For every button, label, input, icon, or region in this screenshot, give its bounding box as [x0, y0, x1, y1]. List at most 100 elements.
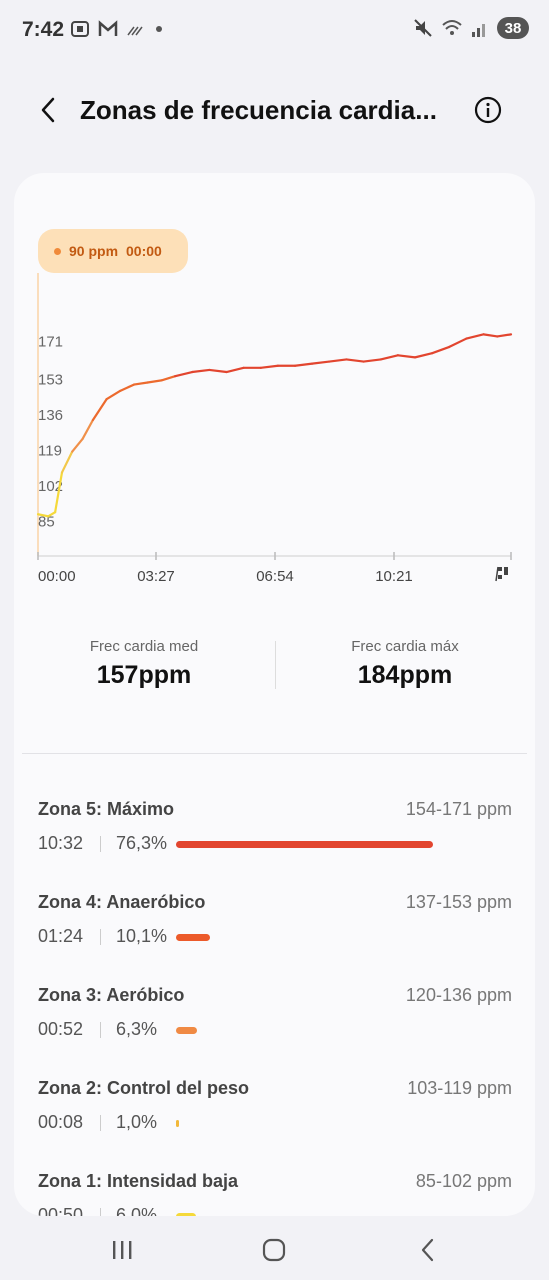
max-heart-rate-unit: ppm	[399, 661, 453, 689]
zone-percent: 6,0%	[116, 1205, 158, 1216]
y-tick-label: 119	[38, 442, 62, 459]
status-right-icons: 38	[413, 17, 529, 39]
heart-rate-card: 171 153 136 119 102 85 00:00 03:27 06:54 10:21 90…	[14, 173, 535, 1216]
max-heart-rate-value-row: 184ppm	[275, 661, 535, 690]
heart-rate-line-segment	[362, 358, 382, 363]
heart-rate-line-segment	[105, 389, 122, 401]
avg-heart-rate: Frec cardia med 157ppm	[14, 638, 274, 690]
zone-name: Zona 4: Anaeróbico	[38, 892, 206, 912]
status-bar: 7:42 38	[0, 0, 549, 60]
app-header: Zonas de frecuencia cardia...	[0, 80, 549, 140]
x-tick-label: 06:54	[256, 568, 294, 585]
tooltip-dot-icon	[54, 247, 61, 255]
zone-row: Zona 5: Máximo 154-171 ppm 10:32 76,3%	[38, 799, 512, 869]
zone-range: 154-171 ppm	[405, 799, 512, 819]
zone-percent: 76,3%	[116, 833, 168, 853]
zone-range: 120-136 ppm	[405, 985, 512, 1005]
dot-icon	[156, 26, 162, 32]
wifi-calling-icon	[127, 26, 143, 36]
y-tick-label: 136	[38, 407, 63, 424]
zone-bar	[176, 1027, 197, 1034]
heart-rate-line-segment	[396, 354, 417, 359]
heart-rate-line-segment	[293, 362, 314, 367]
heart-rate-line-segment	[431, 345, 451, 355]
heart-rate-line-segment	[146, 379, 163, 384]
heart-rate-line-segment	[60, 450, 74, 474]
heart-rate-line-segment	[259, 364, 280, 369]
avg-heart-rate-unit: ppm	[138, 661, 192, 689]
flag-square	[504, 567, 508, 571]
tooltip-time: 00:00	[126, 243, 162, 259]
zone-row: Zona 3: Aeróbico 120-136 ppm 00:52 6,3%	[38, 985, 512, 1055]
zone-range: 103-119 ppm	[407, 1078, 512, 1098]
zone-percent: 6,3%	[116, 1019, 158, 1039]
heart-rate-line-segment	[174, 370, 194, 378]
stats-divider	[275, 641, 276, 689]
info-button[interactable]	[472, 94, 504, 126]
zone-separator	[100, 836, 101, 852]
x-tick-label: 00:00	[38, 568, 76, 585]
y-tick-label: 171	[38, 334, 63, 351]
heart-rate-line-segment	[208, 368, 228, 374]
status-left-icons	[70, 20, 164, 38]
tooltip-value: 90 ppm	[69, 243, 119, 259]
heart-rate-line-segment	[311, 360, 331, 365]
zone-bar	[176, 841, 433, 848]
zone-time: 01:24	[38, 926, 84, 946]
recent-apps-button[interactable]	[92, 1230, 152, 1270]
heart-rate-line-segment	[482, 333, 499, 338]
zone-bar	[176, 1120, 179, 1127]
home-button[interactable]	[244, 1230, 304, 1270]
heart-rate-chart: 171 153 136 119 102 85 00:00 03:27 06:54 10:21 90…	[14, 173, 535, 603]
heart-rate-line-segment	[328, 358, 348, 363]
heart-rate-line-segment	[191, 368, 211, 374]
avg-heart-rate-label: Frec cardia med	[89, 638, 199, 655]
heart-rate-line-segment	[91, 398, 108, 422]
flag-pole	[495, 566, 499, 582]
zone-name: Zona 1: Intensidad baja	[38, 1171, 239, 1191]
navigation-bar	[0, 1220, 549, 1280]
x-tick-label: 03:27	[137, 568, 175, 585]
max-heart-rate-label: Frec cardia máx	[351, 638, 459, 655]
zone-separator	[100, 1022, 101, 1038]
signal-icon	[472, 24, 485, 37]
zone-name: Zona 5: Máximo	[38, 799, 175, 819]
zone-name: Zona 2: Control del peso	[38, 1078, 250, 1098]
wifi-icon	[442, 20, 462, 35]
heart-rate-line-segment	[379, 354, 399, 361]
heart-rate-line-segment	[225, 366, 245, 374]
zone-percent: 1,0%	[116, 1112, 158, 1132]
battery-indicator: 38	[497, 17, 529, 39]
zone-time: 00:08	[38, 1112, 84, 1132]
page-title: Zonas de frecuencia cardia...	[80, 95, 437, 125]
zone-percent: 10,1%	[116, 926, 168, 946]
screenshot-icon	[71, 21, 89, 37]
zone-range: 137-153 ppm	[405, 892, 512, 912]
max-heart-rate-value: 184	[357, 661, 400, 689]
recent-apps-icon	[113, 1241, 132, 1259]
heart-rate-line-segment	[81, 419, 94, 441]
zone-time: 00:50	[38, 1205, 84, 1216]
avg-heart-rate-value-row: 157ppm	[14, 661, 274, 690]
x-tick-label: 10:21	[375, 568, 413, 585]
nav-back-button[interactable]	[398, 1230, 458, 1270]
flag-square	[504, 571, 508, 575]
heart-rate-line-segment	[448, 337, 468, 349]
section-divider	[22, 753, 527, 754]
heart-rate-line-segment	[71, 437, 84, 453]
heart-rate-line-segment	[345, 358, 365, 363]
flag-square	[498, 575, 502, 579]
back-icon	[421, 1238, 434, 1262]
avg-heart-rate-value: 157	[96, 661, 139, 689]
back-button[interactable]	[30, 92, 66, 128]
zone-separator	[100, 1115, 101, 1131]
zone-time: 00:52	[38, 1019, 84, 1039]
chart-tooltip: 90 ppm 00:00	[38, 229, 188, 273]
zone-separator	[100, 929, 101, 945]
zone-bar	[176, 934, 210, 941]
heart-rate-line-segment	[465, 333, 485, 340]
heart-rate-line-segment	[496, 333, 513, 338]
home-icon	[262, 1238, 286, 1262]
zone-row: Zona 2: Control del peso 103-119 ppm 00:08…	[38, 1078, 512, 1148]
zone-separator	[100, 1208, 101, 1216]
